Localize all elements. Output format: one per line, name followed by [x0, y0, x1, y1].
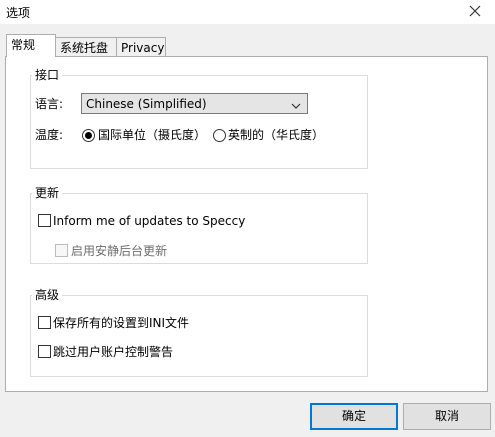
fahrenheit-label: 英制的（华氏度）: [228, 128, 325, 142]
interface-group-label: 接口: [32, 68, 63, 82]
title-bar: 选项: [0, 0, 495, 24]
language-select[interactable]: Chinese (Simplified): [81, 93, 308, 114]
chevron-down-icon: [291, 99, 301, 113]
temperature-label: 温度:: [35, 128, 64, 142]
fahrenheit-radio[interactable]: [213, 129, 226, 142]
silent-update-label: 启用安静后台更新: [71, 244, 168, 258]
cancel-button[interactable]: 取消: [403, 403, 491, 430]
updates-group-label: 更新: [32, 186, 63, 200]
interface-group: [30, 75, 368, 169]
silent-update-checkbox[interactable]: [55, 244, 68, 257]
advanced-group: [30, 295, 368, 377]
inform-updates-label: Inform me of updates to Speccy: [53, 214, 246, 228]
language-label: 语言:: [35, 97, 64, 111]
ok-button[interactable]: 确定: [310, 403, 398, 430]
advanced-group-label: 高级: [32, 288, 63, 302]
inform-updates-checkbox[interactable]: [38, 214, 51, 227]
save-ini-checkbox[interactable]: [38, 316, 51, 329]
skip-uac-checkbox[interactable]: [38, 345, 51, 358]
celsius-label: 国际单位（摄氏度）: [98, 128, 207, 142]
celsius-radio[interactable]: [82, 129, 95, 142]
skip-uac-label: 跳过用户账户控制警告: [53, 345, 174, 359]
tab-general[interactable]: 常规: [6, 34, 56, 57]
tab-system-tray-label: 系统托盘: [60, 41, 109, 55]
tab-system-tray[interactable]: 系统托盘: [55, 37, 117, 57]
close-icon[interactable]: [467, 3, 483, 19]
tab-panel: 接口 语言: Chinese (Simplified) 温度: 国际单位（摄氏度…: [5, 56, 488, 392]
window-title: 选项: [6, 6, 31, 20]
tab-privacy[interactable]: Privacy: [116, 37, 166, 57]
tab-privacy-label: Privacy: [121, 41, 165, 55]
save-ini-label: 保存所有的设置到INI文件: [53, 316, 190, 330]
language-value: Chinese (Simplified): [86, 97, 207, 111]
tab-general-label: 常规: [11, 38, 36, 52]
